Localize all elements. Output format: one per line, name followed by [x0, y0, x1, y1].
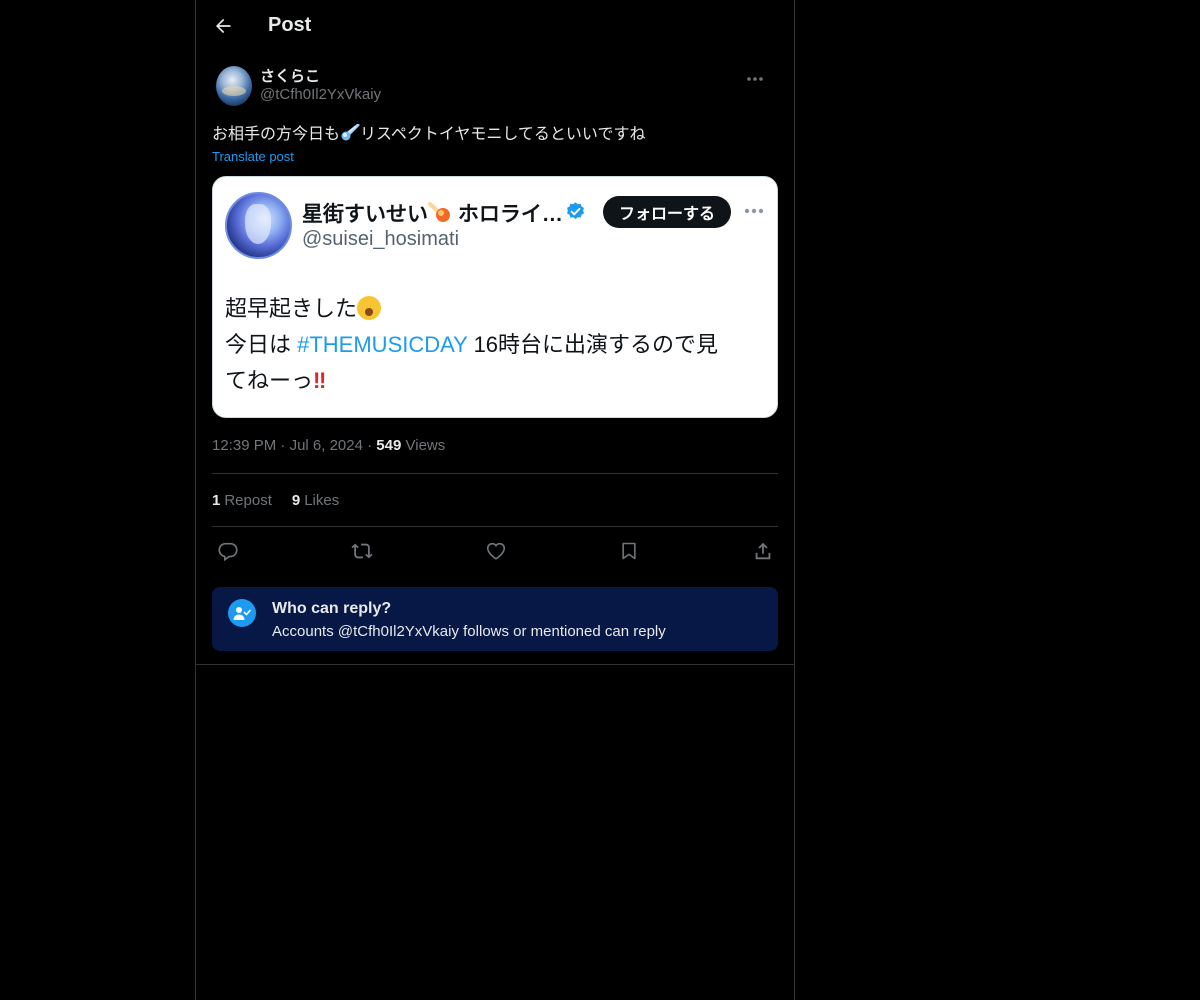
- share-button[interactable]: [751, 539, 775, 563]
- bookmark-icon: [622, 542, 636, 560]
- likes-label: Likes: [304, 491, 340, 509]
- post-meta: 12:39 PM · Jul 6, 2024 · 549 Views: [212, 437, 778, 457]
- embed-more-icon: [744, 208, 764, 214]
- reply-notice-title: Who can reply?: [272, 600, 392, 617]
- author-row: さくらこ @tCfh0Il2YxVkaiy: [212, 64, 778, 112]
- post-text: お相手の方今日も リスペクトイヤモニしてるといいですね: [212, 124, 778, 146]
- embed-line-3: てねーっ‼: [225, 363, 770, 399]
- embed-line-1-text: 超早起きした: [225, 296, 358, 321]
- author-handle[interactable]: @tCfh0Il2YxVkaiy: [260, 86, 381, 103]
- comet-emoji-icon: [341, 124, 360, 141]
- likes-count: 9: [291, 491, 301, 509]
- translate-post-link[interactable]: Translate post: [212, 149, 778, 164]
- more-options-button[interactable]: [740, 66, 770, 92]
- post-time[interactable]: 12:39 PM: [212, 437, 276, 454]
- embed-name-text: 星街すいせい: [302, 203, 428, 226]
- post: さくらこ @tCfh0Il2YxVkaiy お相手の方今日も リスペクトイヤモニし…: [196, 64, 794, 651]
- embed-body-text: 超早起きした 今日は #THEMUSICDAY 16時台に出演するので見 てねー…: [225, 291, 770, 399]
- bookmark-button[interactable]: [617, 539, 641, 563]
- reply-button[interactable]: [216, 539, 240, 563]
- page-title: Post: [268, 14, 312, 36]
- reply-icon: [218, 542, 238, 562]
- more-horizontal-icon: [747, 77, 763, 81]
- action-bar: [212, 527, 778, 575]
- embed-follow-button: フォローする: [603, 196, 731, 228]
- top-bar: Post: [196, 0, 794, 54]
- meta-separator: ·: [367, 437, 377, 454]
- embed-line-2-suffix: 16時台に出演するので見: [467, 332, 719, 357]
- embed-line-1: 超早起きした: [225, 291, 770, 327]
- reposts-count: 1: [212, 491, 221, 509]
- like-button[interactable]: [484, 539, 508, 563]
- embed-line-3-text: てねーっ: [225, 368, 314, 393]
- share-icon: [755, 542, 771, 560]
- repost-icon: [351, 543, 373, 559]
- verified-badge-icon: [567, 202, 584, 219]
- repost-button[interactable]: [350, 539, 374, 563]
- reposts-label: Repost: [224, 491, 272, 509]
- author-display-name[interactable]: さくらこ: [260, 65, 320, 86]
- back-button[interactable]: [206, 9, 240, 43]
- likes-stat[interactable]: 9 Likes: [292, 492, 339, 509]
- divider: [196, 664, 794, 665]
- double-exclamation-emoji-icon: ‼: [313, 368, 326, 393]
- arrow-left-icon: [216, 18, 231, 34]
- embed-handle: @suisei_hosimati: [302, 228, 460, 250]
- embed-hashtag: #THEMUSICDAY: [297, 332, 468, 357]
- post-text-part-2: リスペクトイヤモニしてるといいですね: [360, 126, 646, 143]
- embed-line-2: 今日は #THEMUSICDAY 16時台に出演するので見: [225, 327, 770, 363]
- post-text-part-1: お相手の方今日も: [212, 126, 341, 143]
- engagement-stats: 1 Repost 9 Likes: [212, 474, 778, 526]
- meta-separator: ·: [280, 437, 290, 454]
- views-label: Views: [405, 437, 446, 454]
- meteor-emoji-icon: [428, 202, 450, 222]
- embedded-screenshot[interactable]: 星街すいせい ホロライ… @suisei_hosimati フォローする 超早起…: [212, 176, 778, 418]
- embed-name-suffix: ホロライ…: [457, 203, 563, 226]
- who-can-reply-notice: Who can reply? Accounts @tCfh0Il2YxVkaiy…: [212, 587, 778, 651]
- yawning-face-emoji-icon: [357, 296, 382, 320]
- post-date[interactable]: Jul 6, 2024: [290, 437, 363, 454]
- embed-avatar: [225, 192, 292, 259]
- avatar[interactable]: [216, 66, 252, 106]
- views-count: 549: [376, 437, 402, 454]
- reposts-stat[interactable]: 1 Repost: [212, 492, 272, 509]
- mention-user-icon: [228, 599, 256, 627]
- embed-line-2-prefix: 今日は: [225, 332, 298, 357]
- embed-display-name: 星街すいせい ホロライ…: [302, 198, 563, 228]
- main-column: Post さくらこ @tCfh0Il2YxVkaiy お相手の方今日も リスペクト…: [195, 0, 795, 1000]
- heart-icon: [486, 542, 506, 560]
- reply-notice-description: Accounts @tCfh0Il2YxVkaiy follows or men…: [272, 623, 666, 640]
